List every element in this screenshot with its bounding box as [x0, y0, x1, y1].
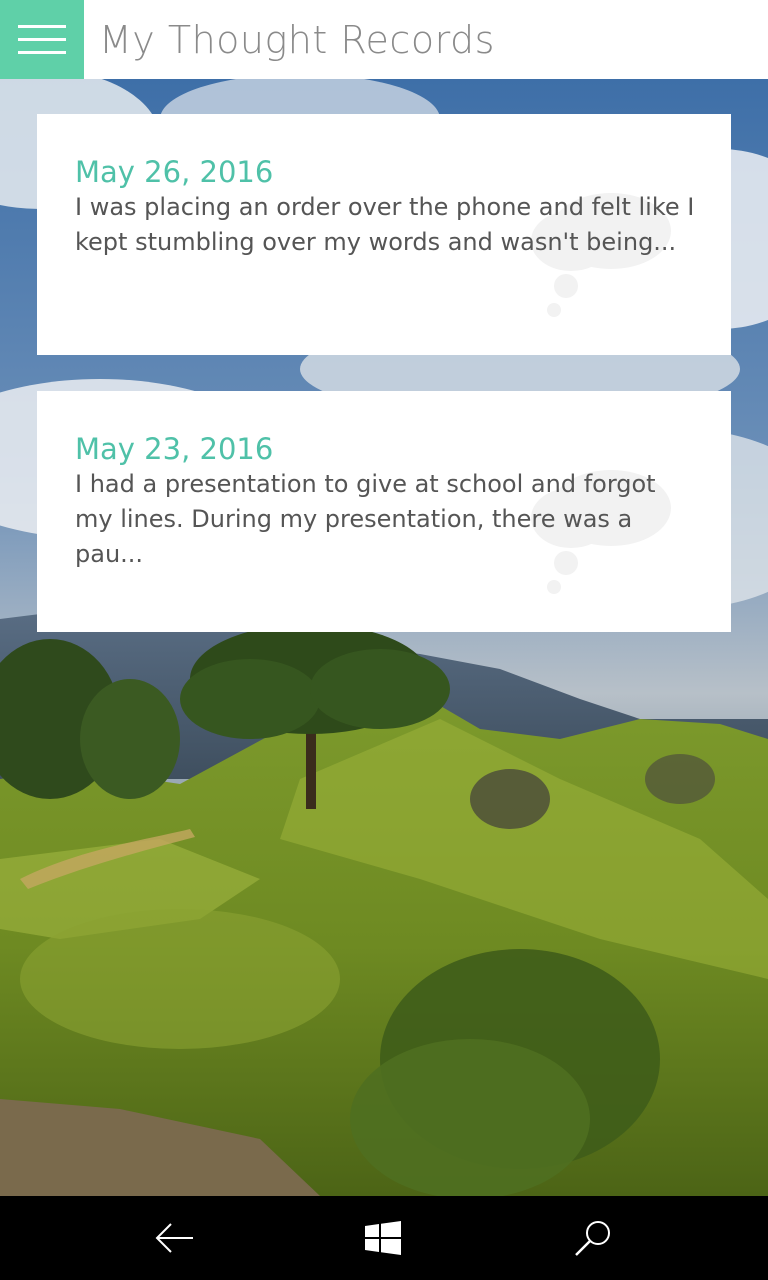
thought-record-card[interactable]: May 23, 2016 I had a presentation to giv… [37, 391, 731, 632]
record-date: May 26, 2016 [75, 155, 274, 189]
app-header: My Thought Records [0, 0, 768, 79]
search-button[interactable] [533, 1196, 653, 1280]
back-button[interactable] [115, 1196, 235, 1280]
record-date: May 23, 2016 [75, 432, 274, 466]
page-title: My Thought Records [99, 17, 495, 62]
back-arrow-icon [155, 1223, 193, 1253]
search-icon [575, 1221, 610, 1256]
hamburger-menu-icon [18, 24, 66, 54]
record-preview: I was placing an order over the phone an… [75, 193, 695, 256]
thought-record-card[interactable]: May 26, 2016 I was placing an order over… [37, 114, 731, 355]
home-button[interactable] [323, 1196, 443, 1280]
system-nav-bar [0, 1196, 768, 1280]
record-preview: I had a presentation to give at school a… [75, 470, 656, 568]
menu-button[interactable] [0, 0, 84, 79]
windows-logo-icon [365, 1221, 401, 1255]
